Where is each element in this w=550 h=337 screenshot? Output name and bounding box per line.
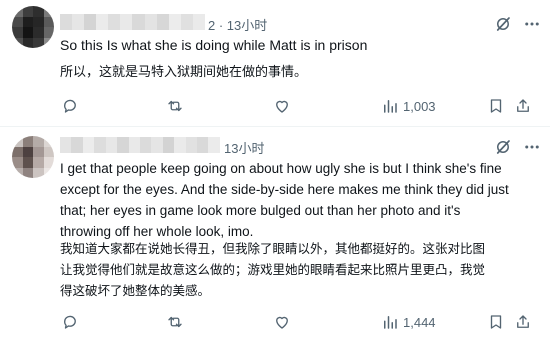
author-name-obscured[interactable] (60, 137, 220, 153)
reply-post-2[interactable]: 13小时 I get that people keep going on abo… (0, 127, 550, 337)
post-text-english: I get that people keep going on about ho… (60, 161, 509, 239)
like-button[interactable] (273, 95, 291, 117)
views-icon (384, 316, 397, 329)
views-button[interactable]: 1,003 (381, 95, 436, 117)
post-text-english: So this Is what she is doing while Matt … (60, 37, 368, 53)
share-icon (517, 99, 529, 112)
grok-icon[interactable] (494, 138, 512, 156)
grok-icon[interactable] (494, 15, 512, 33)
retweet-button[interactable] (166, 95, 184, 117)
retweet-icon (168, 316, 182, 328)
bookmark-icon (490, 99, 502, 113)
action-bar: 1,003 (0, 95, 550, 117)
post-text-chinese: 所以，这就是马特入狱期间她在做的事情。 (60, 65, 308, 80)
like-icon (276, 100, 288, 113)
post-timestamp[interactable]: 13小时 (224, 138, 264, 157)
bookmark-button[interactable] (487, 95, 505, 117)
views-button[interactable]: 1,444 (381, 311, 436, 333)
views-count: 1,444 (403, 314, 436, 330)
retweet-button[interactable] (166, 311, 184, 333)
action-bar: 1,444 (0, 311, 550, 333)
share-icon (517, 315, 529, 328)
avatar-pixelated[interactable] (12, 136, 54, 178)
share-button[interactable] (514, 311, 532, 333)
reply-icon (64, 99, 76, 113)
views-icon (384, 100, 397, 113)
author-name-obscured[interactable] (60, 14, 205, 30)
post-timestamp[interactable]: 2 · 13小时 (208, 15, 267, 34)
bookmark-button[interactable] (487, 311, 505, 333)
reply-post-1[interactable]: 2 · 13小时 So this Is what she is doing wh… (0, 0, 550, 126)
more-icon[interactable] (522, 15, 542, 33)
views-count: 1,003 (403, 98, 436, 114)
like-button[interactable] (273, 311, 291, 333)
like-icon (276, 316, 288, 329)
share-button[interactable] (514, 95, 532, 117)
reply-button[interactable] (61, 95, 79, 117)
bookmark-icon (490, 315, 502, 329)
retweet-icon (168, 100, 182, 112)
avatar-pixelated[interactable] (12, 6, 54, 48)
reply-icon (64, 315, 76, 329)
more-icon[interactable] (522, 138, 542, 156)
post-text-chinese: 我知道大家都在说她长得丑，但我除了眼睛以外，其他都挺好的。这张对比图 让我觉得他… (60, 241, 486, 298)
reply-button[interactable] (61, 311, 79, 333)
